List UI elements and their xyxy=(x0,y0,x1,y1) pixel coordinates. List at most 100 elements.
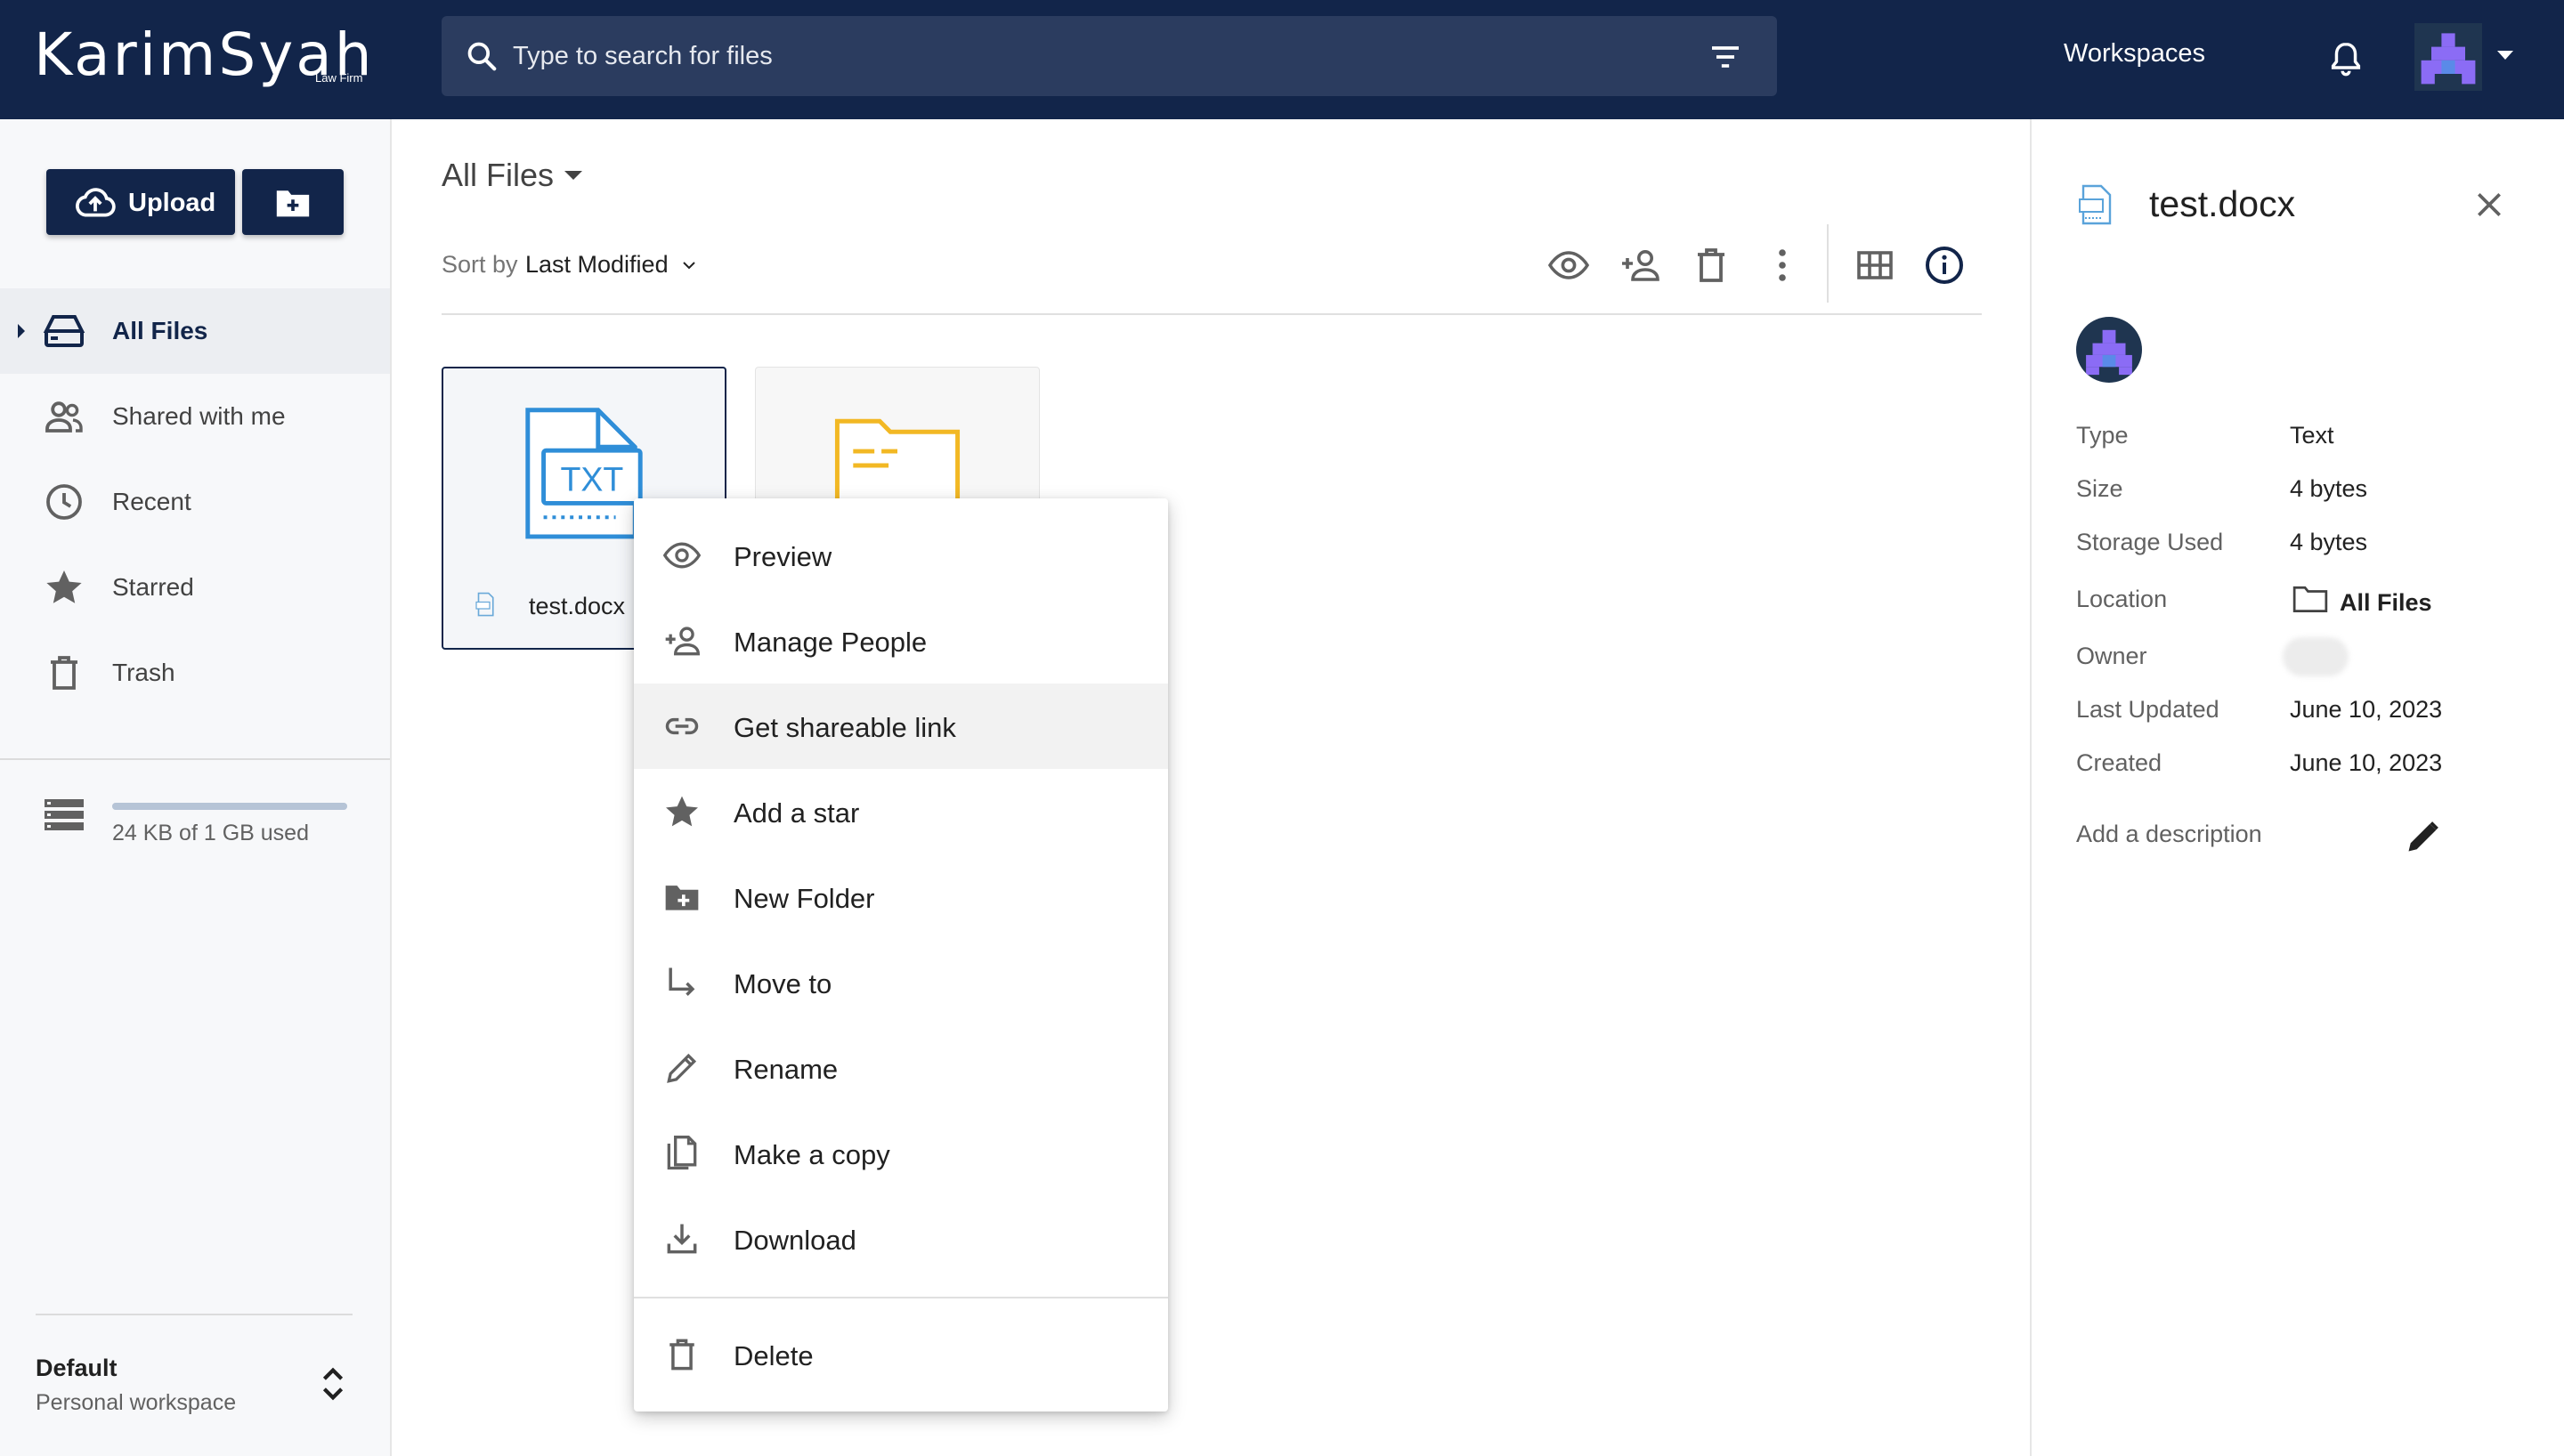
detail-label-type: Type xyxy=(2076,422,2129,449)
detail-label-owner: Owner xyxy=(2076,643,2147,669)
txt-small-icon xyxy=(475,592,494,617)
sidebar-item-label: All Files xyxy=(112,317,208,344)
caret-right-icon[interactable] xyxy=(16,322,27,340)
menu-item-get-link[interactable]: Get shareable link xyxy=(634,684,1168,769)
detail-value-type: Text xyxy=(2290,422,2334,449)
menu-item-preview[interactable]: Preview xyxy=(634,513,1168,598)
trash-icon xyxy=(51,656,77,690)
detail-label-location: Location xyxy=(2076,586,2168,612)
filter-icon[interactable] xyxy=(1708,39,1743,75)
sidebar-item-label: Recent xyxy=(112,488,191,515)
menu-item-manage-people[interactable]: Manage People xyxy=(634,598,1168,684)
sidebar-item-recent[interactable]: Recent xyxy=(0,459,390,545)
upload-button[interactable]: Upload xyxy=(46,169,235,235)
page-title[interactable]: All Files xyxy=(442,157,554,194)
context-menu: Preview Manage People Get shareable link… xyxy=(634,498,1168,1412)
top-app-bar: KarimSyah Law Firm Workspaces xyxy=(0,0,2564,119)
detail-label-size: Size xyxy=(2076,475,2123,502)
people-icon xyxy=(45,401,83,433)
detail-label-updated: Last Updated xyxy=(2076,696,2219,723)
storage-icon xyxy=(45,799,84,830)
detail-value-size: 4 bytes xyxy=(2290,475,2368,502)
menu-item-label: Make a copy xyxy=(734,1139,890,1170)
unfold-icon[interactable] xyxy=(320,1363,345,1404)
sort-dropdown[interactable]: Last Modified xyxy=(525,251,669,279)
search-input[interactable] xyxy=(513,16,1670,96)
detail-value-created: June 10, 2023 xyxy=(2290,749,2443,776)
logo[interactable]: KarimSyah Law Firm xyxy=(34,20,390,91)
detail-value-storage: 4 bytes xyxy=(2290,529,2368,555)
star-icon xyxy=(666,796,698,827)
info-icon[interactable] xyxy=(1923,244,1966,287)
chevron-down-icon[interactable] xyxy=(563,169,584,182)
menu-item-label: Add a star xyxy=(734,797,860,829)
grid-view-icon[interactable] xyxy=(1854,244,1896,287)
menu-item-add-star[interactable]: Add a star xyxy=(634,769,1168,854)
bell-icon[interactable] xyxy=(2325,37,2366,80)
move-icon xyxy=(669,967,695,996)
detail-label-created: Created xyxy=(2076,749,2162,776)
eye-icon[interactable] xyxy=(1547,244,1590,287)
menu-item-make-copy[interactable]: Make a copy xyxy=(634,1111,1168,1196)
sidebar-item-trash[interactable]: Trash xyxy=(0,630,390,716)
menu-item-label: New Folder xyxy=(734,883,875,914)
add-person-icon xyxy=(665,627,700,656)
menu-item-rename[interactable]: Rename xyxy=(634,1025,1168,1111)
new-folder-icon xyxy=(665,886,699,910)
menu-item-label: Rename xyxy=(734,1054,839,1085)
menu-item-download[interactable]: Download xyxy=(634,1196,1168,1282)
menu-item-label: Download xyxy=(734,1225,856,1256)
detail-label-storage: Storage Used xyxy=(2076,529,2224,555)
sidebar-item-starred[interactable]: Starred xyxy=(0,545,390,630)
chevron-down-icon[interactable] xyxy=(682,260,696,271)
detail-value-updated: June 10, 2023 xyxy=(2290,696,2443,723)
details-title: test.docx xyxy=(2149,183,2296,224)
new-folder-button[interactable] xyxy=(242,169,344,235)
search-bar xyxy=(442,16,1777,96)
copy-icon xyxy=(667,1136,697,1170)
search-icon[interactable] xyxy=(465,39,499,73)
pencil-icon[interactable] xyxy=(2404,817,2443,856)
file-name: test.docx xyxy=(529,593,626,619)
folder-icon xyxy=(2292,586,2328,612)
sidebar-item-shared[interactable]: Shared with me xyxy=(0,374,390,459)
chevron-down-icon[interactable] xyxy=(2495,48,2516,62)
drive-icon xyxy=(43,315,85,347)
storage-usage-text: 24 KB of 1 GB used xyxy=(112,821,309,845)
trash-icon xyxy=(669,1339,694,1371)
eye-icon xyxy=(662,542,702,569)
menu-item-label: Manage People xyxy=(734,627,928,658)
details-panel: test.docx Type Text Size 4 bytes Storage… xyxy=(2030,119,2564,1456)
more-vert-icon[interactable] xyxy=(1761,244,1804,287)
menu-item-label: Delete xyxy=(734,1340,814,1371)
cloud-upload-icon xyxy=(76,188,116,217)
storage-progress-bar xyxy=(112,803,347,810)
clock-icon xyxy=(46,484,82,520)
trash-icon[interactable] xyxy=(1690,244,1732,287)
pencil-icon xyxy=(667,1053,697,1083)
avatar xyxy=(2076,317,2142,383)
owner-avatar xyxy=(2283,637,2349,676)
add-person-icon[interactable] xyxy=(1619,244,1661,287)
toolbar-separator xyxy=(1827,224,1829,303)
sidebar-item-all-files[interactable]: All Files xyxy=(0,288,390,374)
svg-text:TXT: TXT xyxy=(560,461,623,498)
menu-item-delete[interactable]: Delete xyxy=(634,1312,1168,1397)
divider xyxy=(0,758,390,760)
detail-value-location[interactable]: All Files xyxy=(2340,589,2432,617)
close-icon[interactable] xyxy=(2471,187,2507,222)
divider xyxy=(36,1314,353,1315)
menu-item-new-folder[interactable]: New Folder xyxy=(634,854,1168,940)
txt-file-icon xyxy=(2079,184,2112,225)
workspace-subtitle: Personal workspace xyxy=(36,1390,237,1415)
sidebar-item-label: Shared with me xyxy=(112,402,286,430)
workspaces-link[interactable]: Workspaces xyxy=(2064,39,2205,69)
add-description-label[interactable]: Add a description xyxy=(2076,821,2262,848)
download-icon xyxy=(667,1224,697,1254)
avatar[interactable] xyxy=(2414,23,2482,91)
sidebar-item-label: Trash xyxy=(112,659,175,686)
workspace-name[interactable]: Default xyxy=(36,1355,118,1382)
menu-item-move-to[interactable]: Move to xyxy=(634,940,1168,1025)
sidebar-item-label: Starred xyxy=(112,573,194,601)
divider xyxy=(442,313,1982,315)
